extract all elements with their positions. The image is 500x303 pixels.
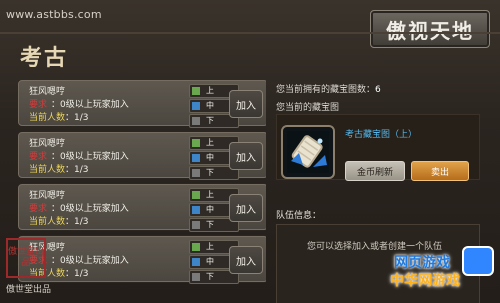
sell-button[interactable]: 卖出 — [411, 161, 469, 181]
expedition-card: 狂风嗯哼 要求 ：0级以上玩家加入 当前人数：1/3 上 中 下 加入 — [18, 80, 266, 128]
lane-label-middle: 中 — [206, 153, 214, 162]
lane-swatch-middle — [192, 206, 200, 214]
requirement-line: 要求 ：0级以上玩家加入 — [29, 149, 129, 162]
lane-label-bottom: 下 — [206, 272, 214, 281]
lane-swatch-middle — [192, 258, 200, 266]
watermark-url: www.astbbs.com — [6, 8, 102, 21]
requirement-text: ：0级以上玩家加入 — [51, 204, 129, 214]
requirement-line: 要求 ：0级以上玩家加入 — [29, 97, 129, 110]
member-count-label: 当前人数 — [29, 113, 66, 123]
requirement-tag: 要求 — [29, 204, 48, 214]
expedition-card: 狂风嗯哼 要求 ：0级以上玩家加入 当前人数：1/3 上 中 下 加入 — [18, 184, 266, 232]
top-divider — [0, 32, 500, 34]
team-leader-name: 狂风嗯哼 — [29, 87, 66, 97]
lane-swatch-top — [192, 139, 200, 147]
expedition-card: 狂风嗯哼 要求 ：0级以上玩家加入 当前人数：1/3 上 中 下 加入 — [18, 132, 266, 180]
archaeology-panel: www.astbbs.com 傲视天地 考古 狂风嗯哼 要求 ：0级以上玩家加入 … — [0, 0, 500, 303]
member-count-value: 1/3 — [74, 113, 89, 123]
member-count-value: 1/3 — [74, 217, 89, 227]
team-info-label: 队伍信息： — [276, 211, 322, 221]
join-button[interactable]: 加入 — [229, 194, 263, 222]
current-map-box: 考古藏宝图（上） 金币刷新 卖出 — [276, 114, 480, 181]
lane-label-top: 上 — [206, 138, 214, 147]
lane-swatch-bottom — [192, 273, 200, 281]
owned-map-value: 6 — [375, 85, 381, 95]
requirement-line: 要求 ：0级以上玩家加入 — [29, 201, 129, 214]
treasure-scroll-icon[interactable] — [281, 125, 335, 179]
lane-label-bottom: 下 — [206, 116, 214, 125]
requirement-tag: 要求 — [29, 100, 48, 110]
join-button[interactable]: 加入 — [229, 246, 263, 274]
lane-label-top: 上 — [206, 86, 214, 95]
team-leader-name: 狂风嗯哼 — [29, 139, 66, 149]
expedition-card: 狂风嗯哼 要求 ：0级以上玩家加入 当前人数：1/3 上 中 下 加入 — [18, 236, 266, 284]
game-logo-text: 傲视天地 — [386, 18, 474, 43]
requirement-text: ：0级以上玩家加入 — [51, 100, 129, 110]
lane-label-bottom: 下 — [206, 220, 214, 229]
site-badge-line1: 网页游戏 — [394, 255, 450, 271]
gold-refresh-button[interactable]: 金币刷新 — [345, 161, 405, 181]
lane-swatch-bottom — [192, 117, 200, 125]
member-count-label: 当前人数 — [29, 165, 66, 175]
requirement-text: ：0级以上玩家加入 — [51, 256, 129, 266]
lane-swatch-bottom — [192, 221, 200, 229]
mascot-icon — [462, 246, 494, 276]
lane-label-middle: 中 — [206, 205, 214, 214]
member-count-label: 当前人数 — [29, 217, 66, 227]
member-count-value: 1/3 — [74, 269, 89, 279]
join-button[interactable]: 加入 — [229, 142, 263, 170]
join-button[interactable]: 加入 — [229, 90, 263, 118]
expedition-list: 狂风嗯哼 要求 ：0级以上玩家加入 当前人数：1/3 上 中 下 加入 狂风嗯哼 … — [18, 80, 266, 303]
site-badge: 网页游戏 中华网游戏 — [390, 246, 500, 303]
scroll-icon — [287, 131, 329, 173]
panel-title: 考古 — [20, 46, 69, 71]
lane-label-bottom: 下 — [206, 168, 214, 177]
lane-swatch-top — [192, 243, 200, 251]
owned-map-label: 您当前拥有的藏宝图数： — [276, 85, 376, 95]
current-map-label: 您当前的藏宝图 — [276, 103, 340, 113]
studio-credit: 傲世堂出品 — [6, 285, 52, 295]
lane-label-top: 上 — [206, 242, 214, 251]
lane-swatch-top — [192, 191, 200, 199]
member-count-value: 1/3 — [74, 165, 89, 175]
owned-map-count: 您当前拥有的藏宝图数：6 — [276, 82, 381, 95]
lane-swatch-bottom — [192, 169, 200, 177]
publisher-seal-text: 傲世堂出品 — [8, 247, 45, 268]
member-count: 当前人数：1/3 — [29, 217, 89, 227]
team-leader-name: 狂风嗯哼 — [29, 191, 66, 201]
publisher-seal: 傲世堂出品 — [6, 238, 46, 278]
game-logo: 傲视天地 — [370, 10, 490, 48]
member-count: 当前人数：1/3 — [29, 165, 89, 175]
lane-swatch-middle — [192, 154, 200, 162]
lane-swatch-top — [192, 87, 200, 95]
lane-label-top: 上 — [206, 190, 214, 199]
lane-label-middle: 中 — [206, 257, 214, 266]
requirement-text: ：0级以上玩家加入 — [51, 152, 129, 162]
site-badge-line2: 中华网游戏 — [390, 273, 460, 289]
team-hint-text: 您可以选择加入或者创建一个队伍 — [307, 242, 443, 252]
member-count: 当前人数：1/3 — [29, 113, 89, 123]
lane-swatch-middle — [192, 102, 200, 110]
requirement-tag: 要求 — [29, 152, 48, 162]
treasure-map-name[interactable]: 考古藏宝图（上） — [345, 127, 417, 140]
lane-label-middle: 中 — [206, 101, 214, 110]
